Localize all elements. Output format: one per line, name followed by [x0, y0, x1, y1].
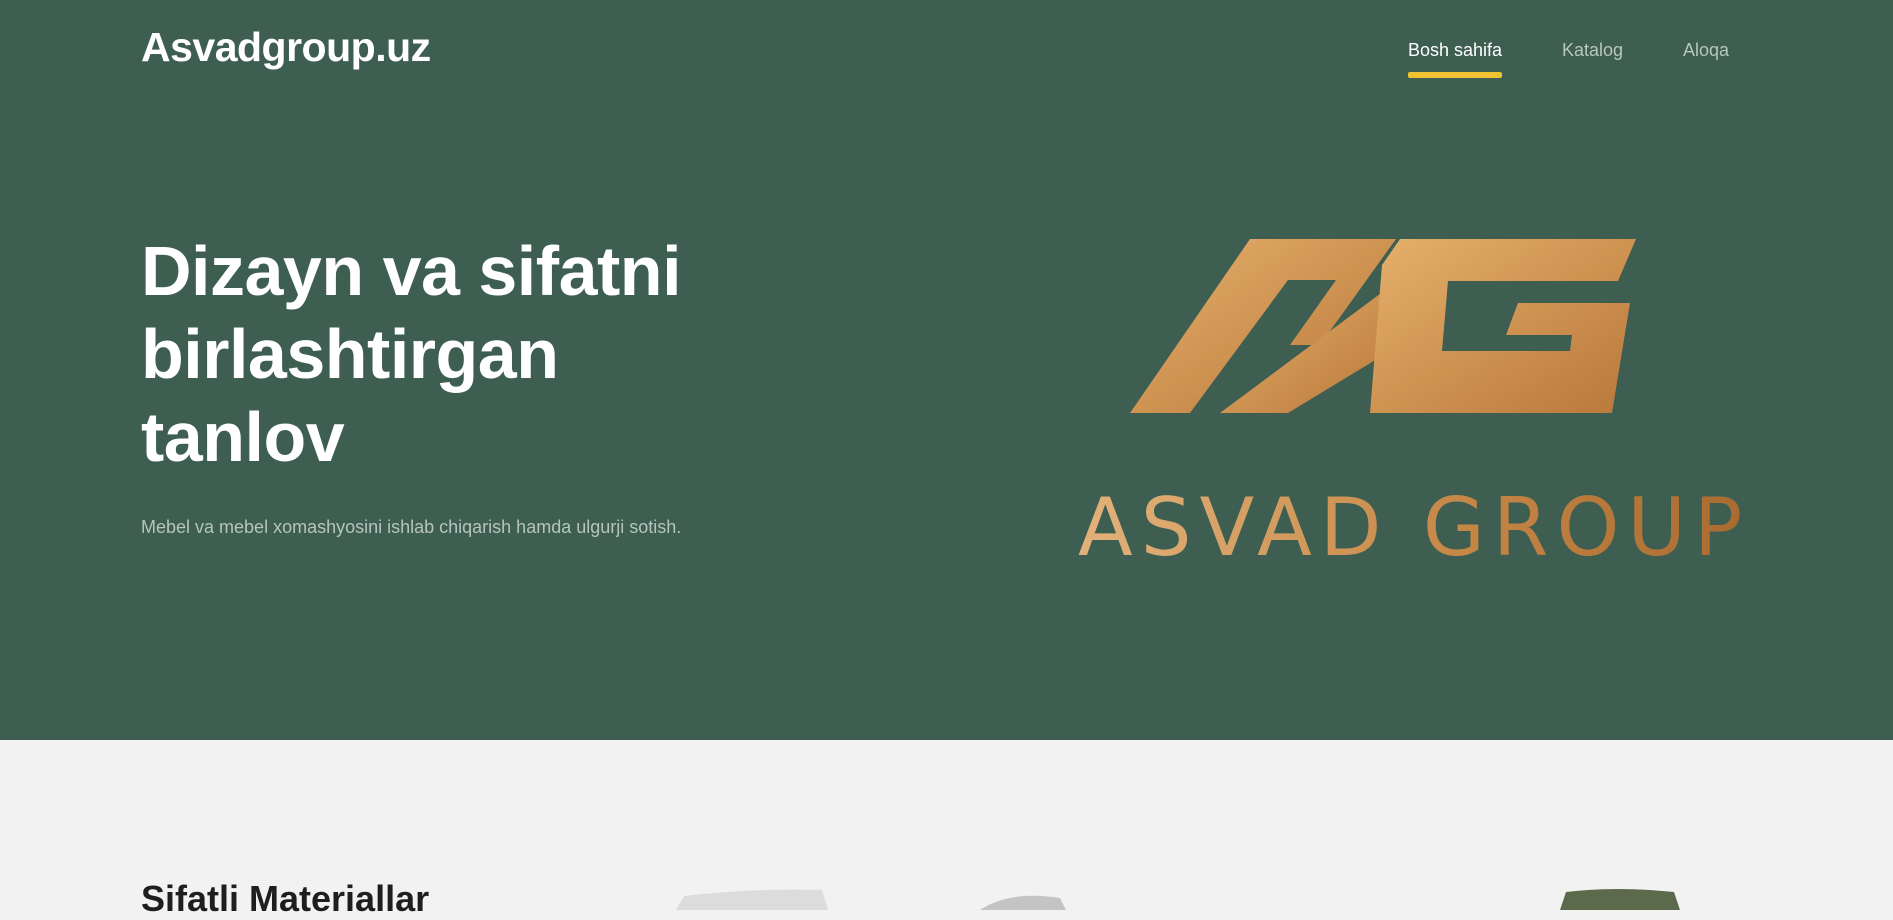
hero-title: Dizayn va sifatni birlashtirgan tanlov [141, 232, 682, 476]
material-image-3 [1560, 889, 1680, 910]
nav-home[interactable]: Bosh sahifa [1408, 40, 1503, 78]
asvad-group-logo: ASVAD GROUP [1078, 239, 1750, 565]
nav-catalog[interactable]: Katalog [1562, 40, 1623, 61]
section-title: Sifatli Materiallar [141, 878, 430, 919]
hero-subtitle: Mebel va mebel xomashyosini ishlab chiqa… [141, 517, 682, 537]
hero-section: Asvadgroup.uz Bosh sahifa Katalog Aloqa … [0, 0, 1893, 740]
ag-monogram-icon [1130, 239, 1636, 413]
material-image-2 [980, 895, 1066, 910]
site-brand[interactable]: Asvadgroup.uz [141, 24, 431, 71]
nav-contact[interactable]: Aloqa [1683, 40, 1729, 61]
material-image-1 [676, 889, 828, 910]
logo-wordmark: ASVAD GROUP [1078, 481, 1750, 565]
